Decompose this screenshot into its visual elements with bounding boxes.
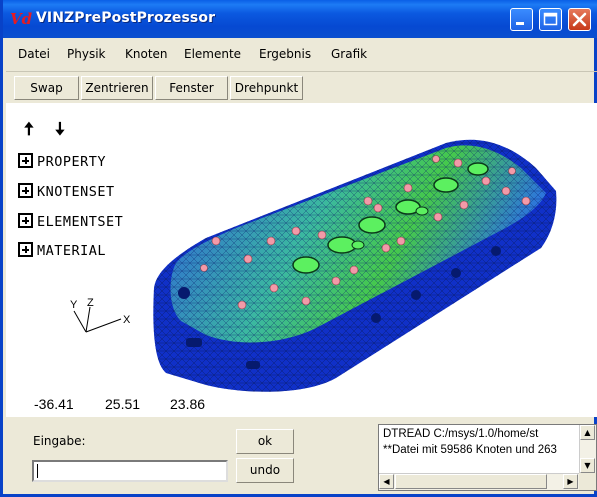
fenster-button[interactable]: Fenster: [155, 76, 228, 100]
arrow-up-icon[interactable]: 🠅: [24, 120, 34, 140]
input-label: Eingabe:: [33, 434, 86, 448]
zentrieren-button[interactable]: Zentrieren: [81, 76, 153, 100]
tree-item-elementset[interactable]: ELEMENTSET: [18, 213, 123, 230]
tree-item-knotenset[interactable]: KNOTENSET: [18, 183, 115, 200]
app-logo-icon: Vd: [10, 10, 33, 28]
tree-item-label: KNOTENSET: [37, 184, 115, 200]
scroll-left-icon[interactable]: ◀: [379, 474, 394, 489]
console-line: DTREAD C:/msys/1.0/home/st: [383, 428, 539, 440]
swap-button[interactable]: Swap: [14, 76, 79, 100]
message-console[interactable]: DTREAD C:/msys/1.0/home/st **Datei mit 5…: [378, 424, 597, 491]
menu-knoten[interactable]: Knoten: [125, 47, 168, 61]
coordinate-x: -36.41: [34, 396, 74, 412]
command-input[interactable]: [32, 460, 228, 482]
graphics-viewport[interactable]: 🠅 🠇 PROPERTY KNOTENSET ELEMENTSET MATERI…: [6, 103, 597, 417]
axis-x-label: X: [123, 314, 131, 326]
undo-button[interactable]: undo: [236, 458, 294, 483]
menu-grafik[interactable]: Grafik: [331, 47, 367, 61]
menu-ergebnis[interactable]: Ergebnis: [259, 47, 311, 61]
coordinate-z: 23.86: [170, 396, 206, 412]
scroll-right-icon[interactable]: ▶: [563, 474, 578, 489]
menu-datei[interactable]: Datei: [18, 47, 50, 61]
tree-item-label: PROPERTY: [37, 154, 107, 170]
axis-triad: Y Z X: [70, 297, 131, 333]
expand-plus-icon[interactable]: [18, 183, 33, 198]
console-horizontal-scrollbar[interactable]: ◀ ▶: [379, 473, 580, 490]
drehpunkt-button[interactable]: Drehpunkt: [230, 76, 303, 100]
menu-bar: Datei Physik Knoten Elemente Ergebnis Gr…: [6, 41, 597, 68]
menu-physik[interactable]: Physik: [67, 47, 105, 61]
title-bar[interactable]: Vd VINZPrePostProzessor: [3, 0, 597, 38]
ok-button[interactable]: ok: [236, 429, 294, 454]
tree-item-label: MATERIAL: [37, 243, 107, 259]
fem-mesh-model[interactable]: [146, 123, 566, 398]
console-line: **Datei mit 59586 Knoten und 263: [383, 444, 557, 456]
minimize-icon: [516, 22, 524, 25]
coordinate-y: 25.51: [105, 396, 141, 412]
tree-item-property[interactable]: PROPERTY: [18, 153, 106, 170]
console-vertical-scrollbar[interactable]: ▲ ▼: [579, 425, 596, 474]
text-caret: [37, 464, 38, 478]
tree-item-label: ELEMENTSET: [37, 214, 124, 230]
arrow-down-icon[interactable]: 🠇: [55, 120, 65, 140]
menu-elemente[interactable]: Elemente: [184, 47, 241, 61]
expand-plus-icon[interactable]: [18, 213, 33, 228]
minimize-button[interactable]: [510, 8, 533, 31]
toolbar: Swap Zentrieren Fenster Drehpunkt: [6, 71, 597, 101]
maximize-button[interactable]: [539, 8, 562, 31]
scroll-corner: [579, 473, 596, 490]
app-window: Vd VINZPrePostProzessor Datei Physik Kno…: [0, 0, 597, 497]
scroll-thumb[interactable]: [395, 474, 547, 489]
close-button[interactable]: [568, 8, 591, 31]
axis-y-label: Y: [70, 299, 78, 311]
tree-item-material[interactable]: MATERIAL: [18, 242, 106, 259]
expand-plus-icon[interactable]: [18, 153, 33, 168]
scroll-down-icon[interactable]: ▼: [580, 458, 595, 473]
scroll-up-icon[interactable]: ▲: [580, 425, 595, 440]
close-icon: [572, 12, 587, 27]
command-panel: Eingabe: ok undo DTREAD C:/msys/1.0/home…: [6, 420, 597, 494]
axis-z-label: Z: [87, 297, 94, 309]
expand-plus-icon[interactable]: [18, 242, 33, 257]
window-title: VINZPrePostProzessor: [36, 10, 216, 26]
maximize-icon: [543, 12, 558, 26]
